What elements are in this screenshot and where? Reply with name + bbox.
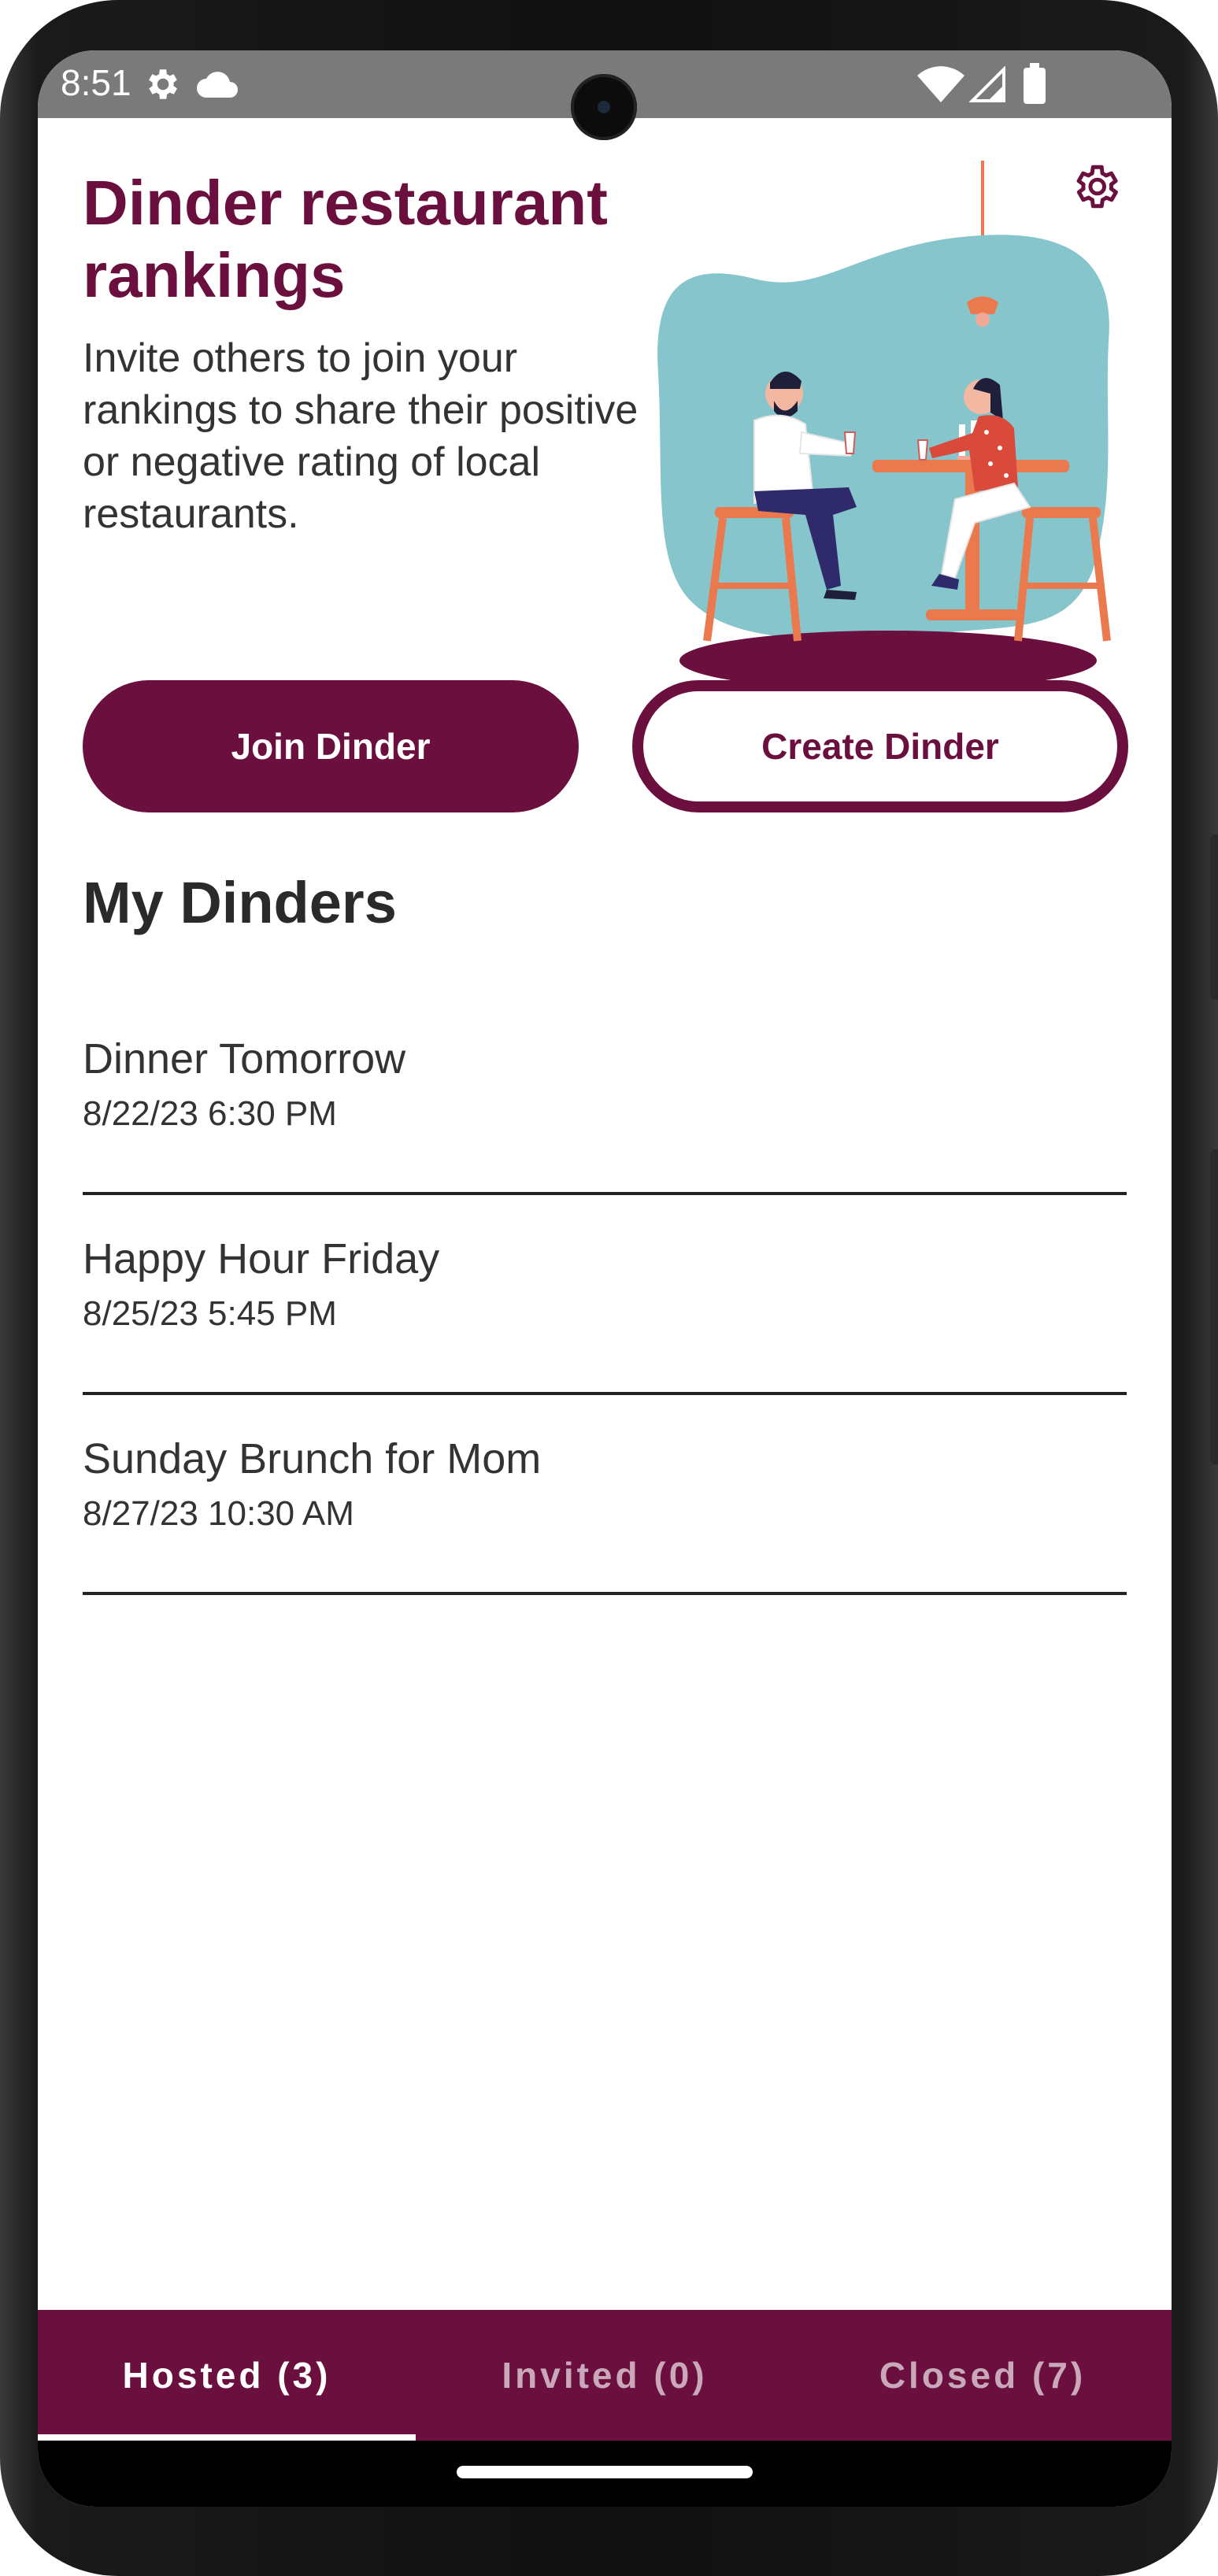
dinder-list: Dinner Tomorrow 8/22/23 6:30 PM Happy Ho… — [83, 995, 1127, 1595]
gear-icon — [142, 65, 181, 108]
page-subtitle: Invite others to join your rankings to s… — [83, 335, 639, 537]
dining-couple-illustration — [657, 161, 1111, 690]
page-title: Dinder restaurant rankings — [83, 168, 608, 310]
join-dinder-label: Join Dinder — [231, 726, 431, 767]
tab-closed[interactable]: Closed (7) — [794, 2310, 1172, 2441]
list-item[interactable]: Sunday Brunch for Mom 8/27/23 10:30 AM — [83, 1395, 1127, 1595]
app-screen: 8:51 Dinder restaurant rankings Invite o… — [38, 50, 1172, 2507]
tab-invited[interactable]: Invited (0) — [416, 2310, 794, 2441]
list-item[interactable]: Happy Hour Friday 8/25/23 5:45 PM — [83, 1195, 1127, 1395]
home-gesture-handle[interactable] — [457, 2466, 753, 2478]
create-dinder-label: Create Dinder — [761, 726, 999, 767]
dinder-date: 8/27/23 10:30 AM — [83, 1494, 354, 1533]
dinder-name: Happy Hour Friday — [83, 1235, 440, 1282]
list-item[interactable]: Dinner Tomorrow 8/22/23 6:30 PM — [83, 995, 1127, 1195]
dinder-date: 8/22/23 6:30 PM — [83, 1094, 337, 1133]
tab-invited-label: Invited (0) — [502, 2355, 708, 2396]
power-button — [1210, 835, 1218, 1000]
dinder-name: Dinner Tomorrow — [83, 1035, 406, 1083]
dinder-date: 8/25/23 5:45 PM — [83, 1294, 337, 1333]
volume-button — [1210, 1149, 1218, 1464]
cloud-icon — [195, 68, 239, 105]
tab-hosted-label: Hosted (3) — [122, 2355, 331, 2396]
create-dinder-button[interactable]: Create Dinder — [632, 680, 1128, 812]
section-title: My Dinders — [83, 870, 397, 935]
tab-closed-label: Closed (7) — [879, 2355, 1087, 2396]
front-camera — [571, 74, 637, 140]
tab-hosted[interactable]: Hosted (3) — [38, 2310, 416, 2441]
battery-icon — [1024, 63, 1046, 108]
system-nav-bar — [38, 2441, 1172, 2507]
dinder-name: Sunday Brunch for Mom — [83, 1435, 542, 1482]
active-tab-indicator — [38, 2434, 416, 2441]
phone-frame: 8:51 Dinder restaurant rankings Invite o… — [0, 0, 1218, 2576]
cell-signal-icon — [968, 65, 1007, 108]
bottom-tab-bar: Hosted (3) Invited (0) Closed (7) — [38, 2310, 1172, 2441]
wifi-icon — [917, 66, 964, 108]
join-dinder-button[interactable]: Join Dinder — [83, 680, 579, 812]
status-time: 8:51 — [61, 62, 131, 103]
